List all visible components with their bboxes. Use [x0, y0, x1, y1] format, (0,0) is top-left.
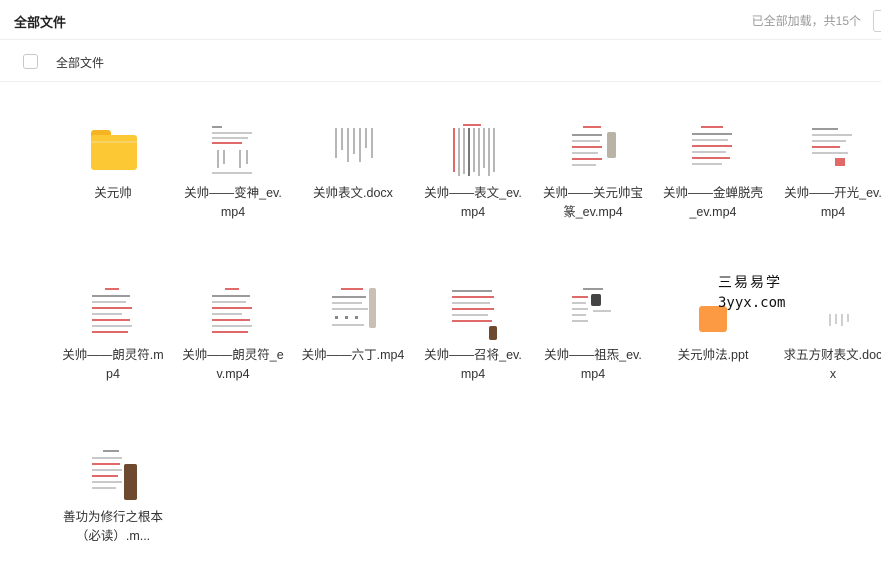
file-name: 关帅——六丁.mp4 — [301, 348, 405, 362]
file-tile[interactable]: 关帅——六丁.mp4 — [298, 282, 408, 365]
watermark-line-2: 3yyx.com — [718, 295, 786, 311]
file-name: 关帅——祖炁_ev.mp4 — [544, 348, 642, 381]
file-name: 关帅——关元帅宝篆_ev.mp4 — [542, 186, 643, 219]
video-thumbnail — [561, 120, 625, 180]
file-name: 善功为修行之根本（必读）.m... — [62, 510, 163, 543]
file-tile[interactable]: 关帅——朗灵符.mp4 — [58, 282, 168, 384]
docx-thumbnail — [321, 120, 385, 180]
file-name: 关帅——金蝉脱壳_ev.mp4 — [662, 186, 763, 219]
video-thumbnail — [201, 282, 265, 342]
folder-icon — [81, 120, 145, 180]
file-name: 关帅——朗灵符.mp4 — [62, 348, 164, 381]
top-bar: 全部文件 已全部加载，共15个 — [0, 0, 881, 40]
video-thumbnail — [201, 120, 265, 180]
docx-thumbnail — [801, 282, 865, 342]
file-tile[interactable]: 关帅——朗灵符_ev.mp4 — [178, 282, 288, 384]
file-name: 关帅——表文_ev.mp4 — [424, 186, 522, 219]
file-name: 关元帅法.ppt — [677, 348, 749, 362]
breadcrumb[interactable]: 全部文件 — [56, 54, 104, 71]
selection-bar: 全部文件 — [0, 41, 881, 82]
video-thumbnail — [561, 282, 625, 342]
page-title: 全部文件 — [14, 15, 67, 30]
file-name: 关帅——朗灵符_ev.mp4 — [182, 348, 284, 381]
file-tile[interactable]: 善功为修行之根本（必读）.m... — [58, 444, 168, 546]
file-tile[interactable]: 关帅表文.docx — [298, 120, 408, 203]
file-name: 关帅表文.docx — [313, 186, 393, 200]
view-toggle-button[interactable] — [873, 10, 881, 32]
file-tile[interactable]: 关帅——开光_ev.mp4 — [778, 120, 881, 222]
video-thumbnail — [801, 120, 865, 180]
watermark: 三易易学 3yyx.com — [718, 272, 808, 311]
video-thumbnail — [441, 120, 505, 180]
file-name: 关帅——开光_ev.mp4 — [784, 186, 881, 219]
video-thumbnail — [81, 282, 145, 342]
file-name: 求五方财表文.docx — [783, 348, 881, 381]
file-tile[interactable]: 关帅——变神_ev.mp4 — [178, 120, 288, 222]
file-tile[interactable]: 关帅——金蝉脱壳_ev.mp4 — [658, 120, 768, 222]
watermark-line-1: 三易易学 — [718, 275, 782, 291]
video-thumbnail — [441, 282, 505, 342]
file-tile[interactable]: 关帅——召将_ev.mp4 — [418, 282, 528, 384]
file-name: 关帅——召将_ev.mp4 — [424, 348, 522, 381]
file-name: 关帅——变神_ev.mp4 — [184, 186, 282, 219]
file-tile[interactable]: 关元帅 — [58, 120, 168, 203]
load-status: 已全部加载，共15个 — [751, 14, 861, 28]
file-name: 关元帅 — [94, 186, 132, 200]
select-all-checkbox[interactable] — [23, 54, 38, 69]
video-thumbnail — [321, 282, 385, 342]
video-thumbnail — [81, 444, 145, 504]
file-tile[interactable]: 关帅——祖炁_ev.mp4 — [538, 282, 648, 384]
video-thumbnail — [681, 120, 745, 180]
file-tile[interactable]: 关帅——关元帅宝篆_ev.mp4 — [538, 120, 648, 222]
file-tile[interactable]: 关帅——表文_ev.mp4 — [418, 120, 528, 222]
